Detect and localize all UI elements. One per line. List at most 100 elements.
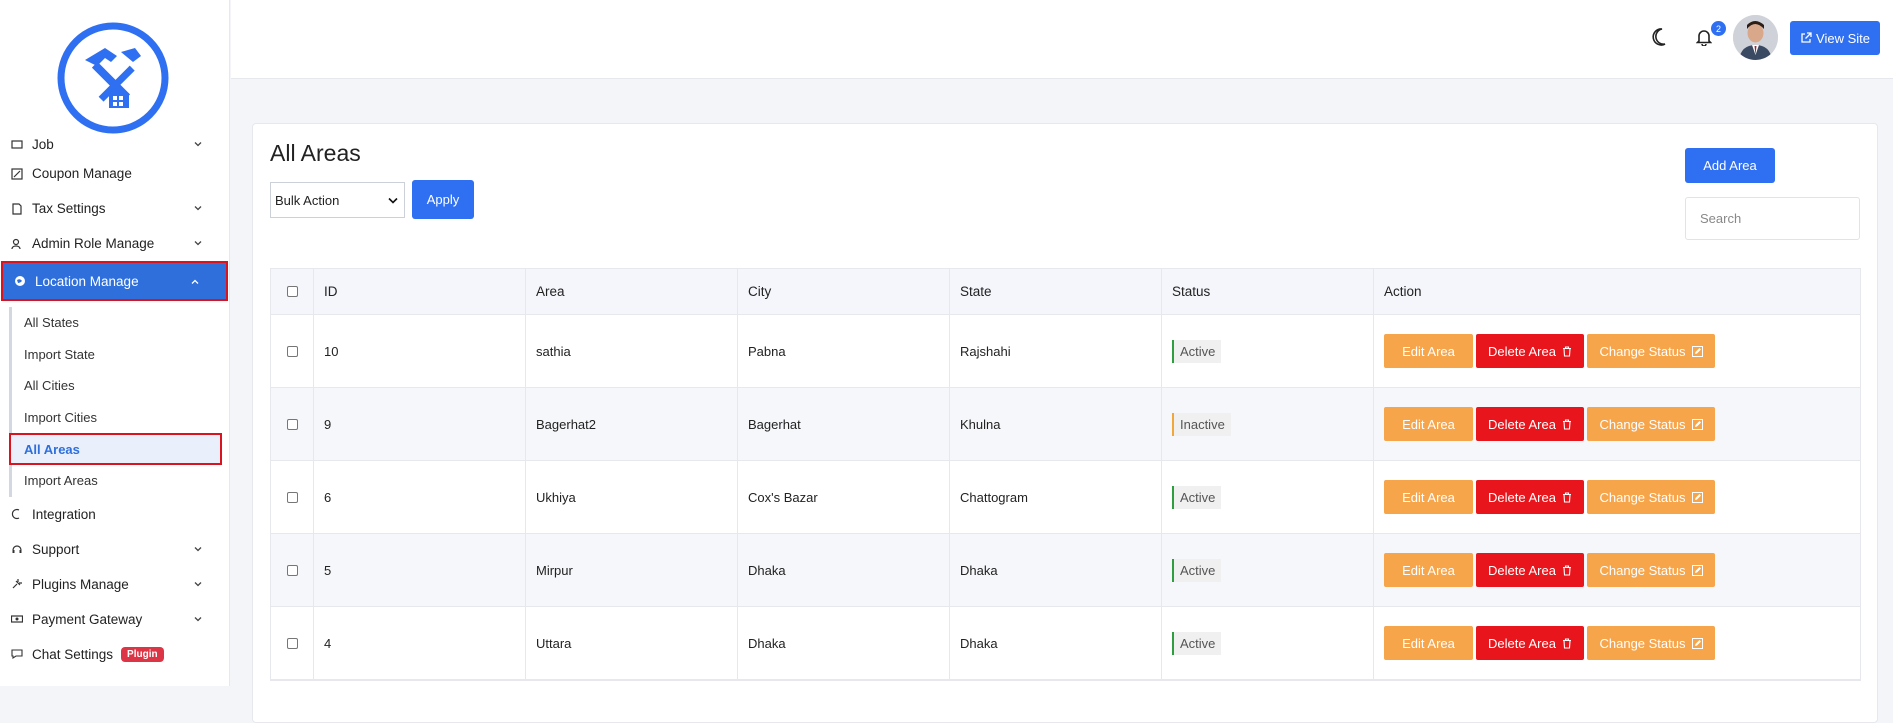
change-status-button[interactable]: Change Status (1587, 334, 1715, 368)
delete-area-button[interactable]: Delete Area (1476, 334, 1584, 368)
edit-area-button[interactable]: Edit Area (1384, 553, 1473, 587)
change-status-label: Change Status (1599, 635, 1686, 651)
edit-area-button[interactable]: Edit Area (1384, 407, 1473, 441)
edit-area-button[interactable]: Edit Area (1384, 480, 1473, 514)
sidebar-item-label: Integration (32, 506, 96, 522)
delete-area-button[interactable]: Delete Area (1476, 480, 1584, 514)
column-header-area[interactable]: Area (526, 269, 738, 314)
cell-status: Active (1162, 534, 1374, 606)
add-area-button[interactable]: Add Area (1685, 148, 1775, 183)
table-row: 10 sathia Pabna Rajshahi Active Edit Are… (271, 315, 1860, 388)
edit-icon (1691, 418, 1703, 430)
delete-area-label: Delete Area (1488, 416, 1556, 432)
row-checkbox[interactable] (286, 637, 298, 649)
column-header-status[interactable]: Status (1162, 269, 1374, 314)
chevron-down-icon (194, 142, 202, 147)
sidebar-item-job[interactable]: Job (0, 132, 229, 156)
search-input[interactable]: Search (1685, 197, 1860, 240)
row-select-cell (271, 388, 314, 460)
integration-icon (10, 507, 24, 521)
change-status-button[interactable]: Change Status (1587, 480, 1715, 514)
delete-area-button[interactable]: Delete Area (1476, 553, 1584, 587)
avatar[interactable] (1733, 15, 1778, 60)
sidebar-item-payment-gateway[interactable]: Payment Gateway (0, 602, 229, 637)
cell-status: Active (1162, 315, 1374, 387)
cell-actions: Edit Area Delete Area Change Status (1374, 534, 1860, 606)
status-badge: Active (1172, 631, 1222, 655)
bell-icon[interactable] (1695, 28, 1713, 51)
submenu-item-import-state[interactable]: Import State (12, 339, 229, 371)
table-header-row: ID Area City State Status Action (271, 269, 1860, 315)
sidebar-menu: Job Coupon Manage Tax Settings Admin Rol… (0, 137, 229, 672)
plugin-badge: Plugin (121, 646, 164, 662)
cell-city: Pabna (738, 315, 950, 387)
sidebar-item-chat-settings[interactable]: Chat Settings Plugin (0, 637, 229, 672)
topbar: 2 View Site (231, 0, 1893, 79)
edit-area-button[interactable]: Edit Area (1384, 334, 1473, 368)
sidebar-item-label: Support (32, 541, 80, 557)
change-status-button[interactable]: Change Status (1587, 553, 1715, 587)
column-header-state[interactable]: State (950, 269, 1162, 314)
cell-actions: Edit Area Delete Area Change Status (1374, 315, 1860, 387)
view-site-label: View Site (1816, 30, 1870, 46)
logo[interactable] (57, 22, 169, 134)
sidebar-item-coupon[interactable]: Coupon Manage (0, 156, 229, 191)
cell-actions: Edit Area Delete Area Change Status (1374, 607, 1860, 679)
location-submenu: All States Import State All Cities Impor… (9, 307, 229, 497)
bulk-action-select[interactable]: Bulk Action (270, 182, 405, 218)
submenu-item-import-areas[interactable]: Import Areas (12, 465, 229, 497)
view-site-button[interactable]: View Site (1790, 21, 1880, 55)
delete-area-button[interactable]: Delete Area (1476, 626, 1584, 660)
trash-icon (1562, 564, 1571, 576)
cell-city: Dhaka (738, 534, 950, 606)
sidebar-item-label: Tax Settings (32, 201, 106, 216)
sidebar-item-integration[interactable]: Integration (0, 497, 229, 532)
sidebar-item-label: Chat Settings (32, 646, 114, 662)
sidebar-item-plugins[interactable]: Plugins Manage (0, 567, 229, 602)
trash-icon (1562, 637, 1571, 649)
submenu-item-all-states[interactable]: All States (12, 307, 229, 339)
cell-state: Dhaka (950, 607, 1162, 679)
moon-icon[interactable] (1651, 27, 1669, 52)
chevron-down-icon (194, 546, 202, 551)
external-link-icon (1800, 32, 1812, 44)
edit-area-button[interactable]: Edit Area (1384, 626, 1473, 660)
cell-city: Cox's Bazar (738, 461, 950, 533)
select-all-cell (271, 269, 314, 314)
select-all-checkbox[interactable] (286, 286, 298, 297)
delete-area-label: Delete Area (1488, 343, 1556, 359)
apply-button[interactable]: Apply (412, 180, 474, 219)
sidebar: Job Coupon Manage Tax Settings Admin Rol… (0, 0, 230, 686)
chevron-up-icon (191, 279, 199, 284)
sidebar-item-admin-role[interactable]: Admin Role Manage (0, 226, 229, 261)
chevron-down-icon (388, 197, 398, 204)
cell-area: Mirpur (526, 534, 738, 606)
cell-area: Uttara (526, 607, 738, 679)
submenu-item-import-cities[interactable]: Import Cities (12, 402, 229, 434)
chevron-down-icon (194, 241, 202, 246)
briefcase-icon (10, 137, 24, 151)
column-header-id[interactable]: ID (314, 269, 526, 314)
change-status-button[interactable]: Change Status (1587, 626, 1715, 660)
column-header-city[interactable]: City (738, 269, 950, 314)
cell-status: Active (1162, 461, 1374, 533)
table-row: 9 Bagerhat2 Bagerhat Khulna Inactive Edi… (271, 388, 1860, 461)
sidebar-item-support[interactable]: Support (0, 532, 229, 567)
sidebar-item-location-manage[interactable]: Location Manage (1, 261, 228, 301)
delete-area-button[interactable]: Delete Area (1476, 407, 1584, 441)
sidebar-item-tax[interactable]: Tax Settings (0, 191, 229, 226)
row-checkbox[interactable] (286, 491, 298, 503)
coupon-icon (10, 167, 24, 181)
cell-id: 9 (314, 388, 526, 460)
row-checkbox[interactable] (286, 345, 298, 357)
submenu-item-all-areas[interactable]: All Areas (9, 433, 222, 465)
row-checkbox[interactable] (286, 418, 298, 430)
cell-state: Khulna (950, 388, 1162, 460)
change-status-button[interactable]: Change Status (1587, 407, 1715, 441)
submenu-item-all-cities[interactable]: All Cities (12, 370, 229, 402)
row-checkbox[interactable] (286, 564, 298, 576)
cell-id: 5 (314, 534, 526, 606)
change-status-label: Change Status (1599, 416, 1686, 432)
table-row: 6 Ukhiya Cox's Bazar Chattogram Active E… (271, 461, 1860, 534)
trash-icon (1562, 418, 1571, 430)
